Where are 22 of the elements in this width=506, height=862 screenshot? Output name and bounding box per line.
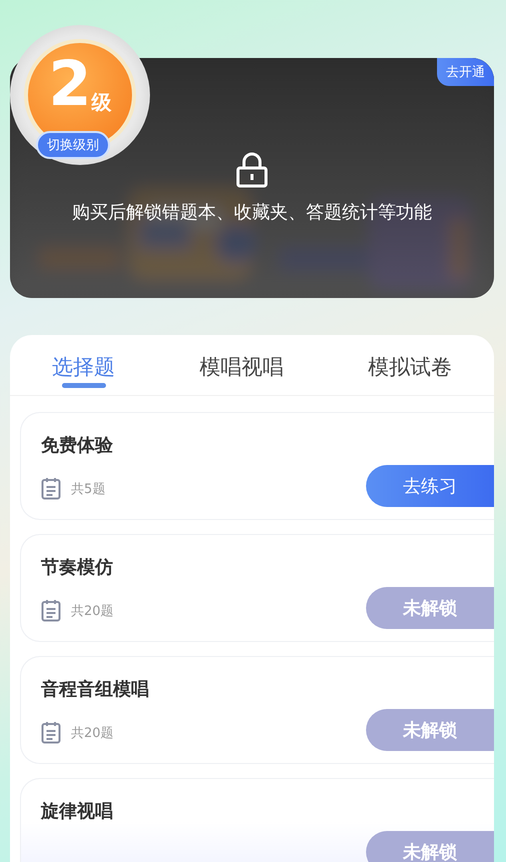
exercise-title: 免费体验	[41, 434, 114, 457]
tab[interactable]: 模拟试卷	[358, 353, 462, 395]
document-icon	[41, 477, 61, 500]
exercise-title: 节奏模仿	[41, 556, 114, 579]
tab[interactable]: 选择题	[42, 353, 126, 395]
practice-button[interactable]: 去练习	[366, 465, 494, 507]
level-unit: 级	[92, 89, 112, 116]
question-count: 共5题	[71, 480, 106, 498]
unlock-message: 购买后解锁错题本、收藏夹、答题统计等功能	[72, 201, 432, 224]
level-number: 2	[48, 53, 92, 115]
locked-button[interactable]: 未解锁	[366, 587, 494, 629]
document-icon	[41, 721, 61, 744]
activate-button[interactable]: 去开通	[437, 58, 494, 86]
question-count: 共20题	[71, 602, 114, 620]
tab[interactable]: 模唱视唱	[189, 353, 294, 395]
locked-button[interactable]: 未解锁	[366, 831, 494, 862]
document-icon	[41, 599, 61, 622]
question-count: 共20题	[71, 724, 114, 742]
locked-button[interactable]: 未解锁	[366, 709, 494, 751]
exercise-title: 音程音组模唱	[41, 678, 150, 701]
exercise-title: 旋律视唱	[41, 800, 114, 823]
switch-level-button[interactable]: 切换级别	[36, 131, 110, 159]
